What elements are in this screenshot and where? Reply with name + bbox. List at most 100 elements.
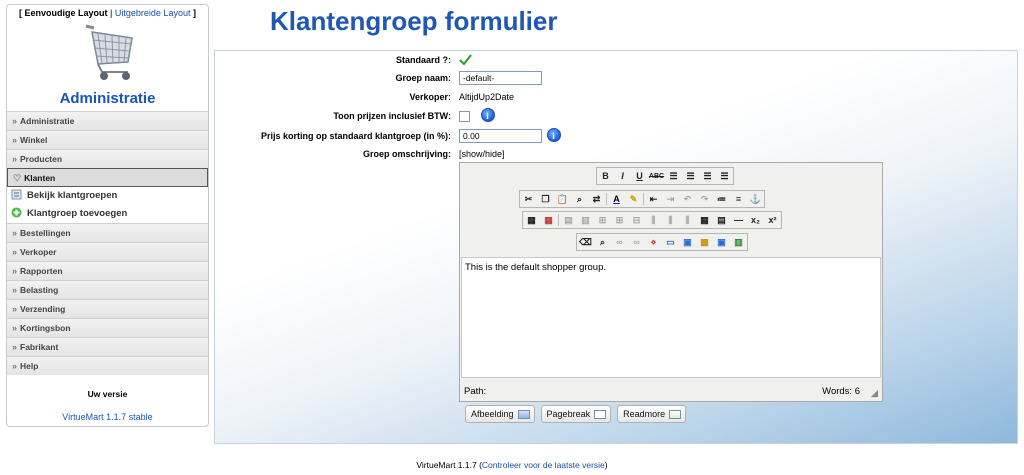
sidebar-item-administratie[interactable]: » Administratie bbox=[7, 111, 208, 130]
layer-icon[interactable]: ▭ bbox=[662, 234, 679, 250]
readmore-button[interactable]: Readmore bbox=[617, 405, 687, 423]
show-prices-checkbox[interactable] bbox=[459, 111, 470, 123]
sidebar-item-label: Administratie bbox=[20, 116, 75, 126]
sidebar-item-kortingsbon[interactable]: » Kortingsbon bbox=[7, 318, 208, 337]
editor-extra-buttons: Afbeelding Pagebreak Readmore bbox=[465, 405, 687, 423]
sidebar-item-belasting[interactable]: » Belasting bbox=[7, 280, 208, 299]
horizontal-rule-icon[interactable]: — bbox=[730, 212, 747, 228]
info-icon[interactable]: i bbox=[546, 128, 561, 142]
description-label: Groep omschrijving: bbox=[362, 149, 451, 159]
sidebar-menu: » Administratie » Winkel » Producten ♡ Klant… bbox=[7, 111, 208, 375]
link-icon[interactable]: ∞ bbox=[611, 234, 628, 250]
info-icon[interactable]: i bbox=[480, 108, 495, 122]
row-after-icon[interactable]: ⊞ bbox=[611, 212, 628, 228]
chevron-right-icon: » bbox=[12, 247, 18, 257]
version-link[interactable]: VirtueMart 1.1.7 stable bbox=[7, 412, 208, 422]
zoom-icon[interactable]: ⌕ bbox=[594, 234, 611, 250]
bracket-close: ] bbox=[192, 8, 196, 18]
bullet-list-icon[interactable]: ≡ bbox=[730, 191, 747, 207]
underline-button[interactable]: U bbox=[631, 168, 648, 184]
bold-button[interactable]: B bbox=[597, 168, 614, 184]
sidebar-item-label: Belasting bbox=[20, 285, 59, 295]
anchor-icon[interactable]: ⚓ bbox=[747, 191, 764, 207]
sidebar-item-bestellingen[interactable]: » Bestellingen bbox=[7, 223, 208, 242]
align-center-icon[interactable]: ☰ bbox=[682, 168, 699, 184]
check-version-link[interactable]: Controleer voor de laatste versie bbox=[482, 460, 605, 470]
highlight-icon[interactable]: ✎ bbox=[625, 191, 642, 207]
chevron-right-icon: » bbox=[12, 361, 18, 371]
sidebar-item-klanten[interactable]: ♡ Klanten bbox=[7, 168, 208, 187]
sidebar-item-winkel[interactable]: » Winkel bbox=[7, 130, 208, 149]
chevron-right-icon: » bbox=[12, 116, 18, 126]
outdent-icon[interactable]: ⇤ bbox=[645, 191, 662, 207]
submenu-label: Bekijk klantgroepen bbox=[27, 190, 118, 201]
find-icon[interactable]: ⌕ bbox=[571, 191, 588, 207]
strikethrough-button[interactable]: ABC bbox=[648, 168, 665, 184]
word-count: Words: 6 bbox=[822, 386, 860, 397]
align-right-icon[interactable]: ☰ bbox=[716, 168, 733, 184]
sidebar-item-verkoper[interactable]: » Verkoper bbox=[7, 242, 208, 261]
discount-input[interactable] bbox=[459, 129, 542, 143]
col-delete-icon[interactable]: ⫼ bbox=[679, 212, 696, 228]
bracket-open: [ bbox=[19, 8, 22, 18]
table-delete-icon[interactable]: ▦ bbox=[540, 212, 557, 228]
row-insert-icon[interactable]: ⊞ bbox=[594, 212, 611, 228]
align-justify-icon[interactable]: ☰ bbox=[665, 168, 682, 184]
sidebar-item-help[interactable]: » Help bbox=[7, 356, 208, 375]
film-icon[interactable]: ▥ bbox=[730, 234, 747, 250]
afbeelding-button[interactable]: Afbeelding bbox=[465, 405, 535, 423]
unlink-icon[interactable]: ∞ bbox=[628, 234, 645, 250]
col-after-icon[interactable]: ⫼ bbox=[662, 212, 679, 228]
editor-content[interactable]: This is the default shopper group. bbox=[461, 257, 881, 378]
sidebar-item-verzending[interactable]: » Verzending bbox=[7, 299, 208, 318]
col-before-icon[interactable]: ⫼ bbox=[645, 212, 662, 228]
undo-icon[interactable]: ↶ bbox=[679, 191, 696, 207]
subscript-icon[interactable]: x₂ bbox=[747, 212, 764, 228]
media-icon[interactable]: ▣ bbox=[713, 234, 730, 250]
cut-icon[interactable]: ✂ bbox=[520, 191, 537, 207]
layout-simple-link[interactable]: Eenvoudige Layout bbox=[25, 8, 108, 18]
row-delete-icon[interactable]: ⊟ bbox=[628, 212, 645, 228]
chevron-right-icon: » bbox=[12, 228, 18, 238]
show-hide-toggle[interactable]: [show/hide] bbox=[459, 149, 505, 159]
italic-button[interactable]: I bbox=[614, 168, 631, 184]
add-icon bbox=[11, 207, 22, 218]
table-insert-icon[interactable]: ▦ bbox=[523, 212, 540, 228]
pagebreak-icon bbox=[594, 409, 607, 419]
eraser-icon[interactable]: ⌫ bbox=[577, 234, 594, 250]
readmore-label: Readmore bbox=[623, 409, 666, 419]
image-insert-icon[interactable]: ▩ bbox=[696, 234, 713, 250]
editor-statusbar: Path: Words: 6 ◢ bbox=[464, 386, 878, 399]
group-name-input[interactable] bbox=[459, 71, 542, 85]
sidebar-item-rapporten[interactable]: » Rapporten bbox=[7, 261, 208, 280]
indent-icon[interactable]: ⇥ bbox=[662, 191, 679, 207]
group-name-label: Groep naam: bbox=[395, 73, 451, 83]
rich-text-editor: B I U ABC ☰ ☰ ☰ ☰ ✂ ❐ 📋 ⌕ ⇄ A ✎ ⇤ ⇥ ↶ ↷ … bbox=[459, 162, 883, 402]
toolbar-row-4: ⌫ ⌕ ∞ ∞ ⋄ ▭ ▣ ▩ ▣ ▥ bbox=[576, 233, 748, 251]
merge-cells-icon[interactable]: ▦ bbox=[696, 212, 713, 228]
html-source-icon[interactable]: ⋄ bbox=[645, 234, 662, 250]
sidebar-item-producten[interactable]: » Producten bbox=[7, 149, 208, 168]
align-left-icon[interactable]: ☰ bbox=[699, 168, 716, 184]
sidebar-subitem-klantgroep-toevoegen[interactable]: Klantgroep toevoegen bbox=[7, 205, 208, 223]
template-icon[interactable]: ▣ bbox=[679, 234, 696, 250]
resize-handle-icon[interactable]: ◢ bbox=[871, 388, 878, 399]
redo-icon[interactable]: ↷ bbox=[696, 191, 713, 207]
copy-icon[interactable]: ❐ bbox=[537, 191, 554, 207]
font-color-icon[interactable]: A bbox=[608, 191, 625, 207]
superscript-icon[interactable]: x² bbox=[764, 212, 781, 228]
sidebar-item-fabrikant[interactable]: » Fabrikant bbox=[7, 337, 208, 356]
sidebar-item-label: Bestellingen bbox=[20, 228, 71, 238]
readmore-icon bbox=[669, 409, 682, 419]
replace-icon[interactable]: ⇄ bbox=[588, 191, 605, 207]
row-props-icon[interactable]: ▤ bbox=[560, 212, 577, 228]
pagebreak-button[interactable]: Pagebreak bbox=[540, 405, 612, 423]
layout-extended-link[interactable]: Uitgebreide Layout bbox=[115, 8, 191, 18]
paste-icon[interactable]: 📋 bbox=[554, 191, 571, 207]
cell-props-icon[interactable]: ▥ bbox=[577, 212, 594, 228]
sidebar-item-label: Producten bbox=[20, 154, 63, 164]
numbered-list-icon[interactable]: ≔ bbox=[713, 191, 730, 207]
split-cells-icon[interactable]: ▤ bbox=[713, 212, 730, 228]
footer-paren-close: ) bbox=[604, 460, 608, 470]
sidebar-subitem-bekijk-klantgroepen[interactable]: Bekijk klantgroepen bbox=[7, 187, 208, 205]
